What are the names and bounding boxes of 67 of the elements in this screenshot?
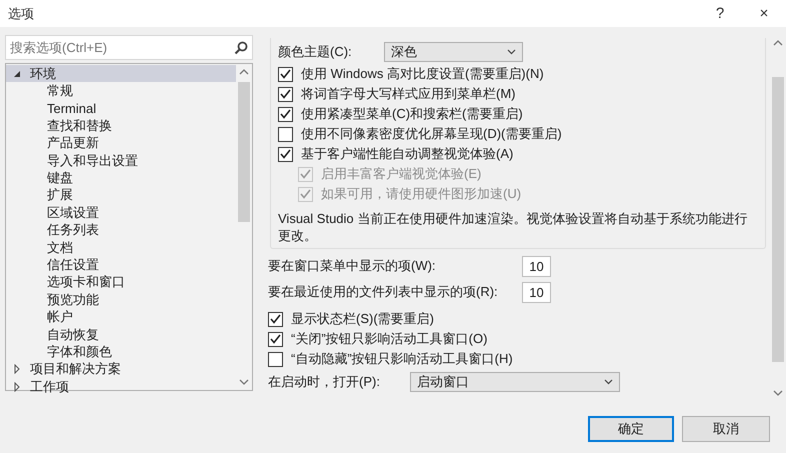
- number-field[interactable]: 10: [522, 256, 551, 276]
- field-label: 要在最近使用的文件列表中显示的项(R):: [268, 283, 499, 301]
- checkbox-option[interactable]: “关闭”按钮只影响活动工具窗口(O): [268, 329, 770, 349]
- tree-item[interactable]: 查找和替换: [6, 117, 236, 135]
- checkmark-icon: [280, 109, 291, 119]
- chevron-down-icon: [507, 49, 516, 55]
- checkbox[interactable]: [278, 146, 293, 162]
- field-label: 要在窗口菜单中显示的项(W):: [268, 257, 437, 275]
- checkbox[interactable]: [268, 312, 283, 326]
- tree-item[interactable]: 常规: [6, 82, 236, 100]
- tree-item[interactable]: 扩展: [6, 186, 236, 204]
- collapsed-triangle-icon[interactable]: [12, 382, 22, 392]
- tree-item[interactable]: 文档: [6, 238, 236, 256]
- collapsed-triangle-icon[interactable]: [12, 364, 22, 374]
- tree-item[interactable]: 项目和解决方案: [6, 360, 236, 378]
- dialog-button[interactable]: 取消: [682, 416, 770, 442]
- tree-item[interactable]: 任务列表: [6, 222, 236, 239]
- checkbox-option[interactable]: 使用紧凑型菜单(C)和搜索栏(需要重启): [278, 104, 758, 124]
- checkmark-icon: [280, 149, 291, 159]
- theme-dropdown[interactable]: 深色: [384, 42, 523, 62]
- checkbox[interactable]: [268, 332, 283, 346]
- checkmark-icon: [280, 89, 291, 99]
- checkmark-icon: [300, 189, 311, 199]
- info-text: Visual Studio 当前正在使用硬件加速渲染。视觉体验设置将自动基于系统功能进行更改。: [278, 210, 748, 244]
- window-title: 选项: [8, 4, 35, 22]
- checkbox[interactable]: [278, 86, 293, 102]
- tree-item[interactable]: 环境: [6, 65, 236, 82]
- help-button[interactable]: ?: [698, 0, 742, 27]
- field-label: 在启动时，打开(P):: [268, 373, 381, 391]
- checkbox[interactable]: [268, 352, 283, 366]
- field-label: 颜色主题(C):: [278, 43, 353, 61]
- tree-item[interactable]: 帐户: [6, 308, 236, 326]
- tree-item[interactable]: 信任设置: [6, 256, 236, 274]
- expanded-triangle-icon[interactable]: [12, 68, 22, 79]
- tree-item[interactable]: 预览功能: [6, 291, 236, 308]
- tree-item[interactable]: 键盘: [6, 169, 236, 187]
- checkbox-option[interactable]: 使用不同像素密度优化屏幕呈现(D)(需要重启): [278, 124, 758, 144]
- tree-item[interactable]: 工作项: [6, 378, 236, 396]
- checkmark-icon: [280, 69, 291, 79]
- checkbox-option[interactable]: 显示状态栏(S)(需要重启): [268, 309, 770, 329]
- close-button[interactable]: ×: [742, 0, 786, 27]
- checkbox-option[interactable]: 使用 Windows 高对比度设置(需要重启)(N): [278, 64, 758, 84]
- checkbox-option[interactable]: 将词首字母大写样式应用到菜单栏(M): [278, 84, 758, 104]
- scrollbar-thumb[interactable]: [238, 82, 250, 222]
- tree-item[interactable]: Terminal: [6, 100, 236, 118]
- checkbox[interactable]: [278, 126, 293, 142]
- tree-item[interactable]: 字体和颜色: [6, 343, 236, 361]
- tree-item[interactable]: 自动恢复: [6, 326, 236, 344]
- tree-item[interactable]: 导入和导出设置: [6, 152, 236, 170]
- scrollbar-thumb[interactable]: [772, 77, 784, 362]
- search-box[interactable]: 搜索选项(Ctrl+E): [5, 35, 253, 60]
- number-field[interactable]: 10: [522, 282, 551, 302]
- search-icon: [234, 40, 248, 54]
- checkbox[interactable]: [278, 66, 293, 82]
- dialog-button[interactable]: 确定: [588, 416, 674, 442]
- tree-item[interactable]: 产品更新: [6, 134, 236, 152]
- checkbox-option[interactable]: “自动隐藏”按钮只影响活动工具窗口(H): [268, 349, 770, 369]
- checkbox-option[interactable]: 基于客户端性能自动调整视觉体验(A): [278, 144, 758, 164]
- search-field[interactable]: 搜索选项(Ctrl+E): [10, 40, 234, 55]
- checkmark-icon: [300, 169, 311, 179]
- tree-item[interactable]: 区域设置: [6, 204, 236, 222]
- checkmark-icon: [270, 314, 281, 324]
- tree-item[interactable]: 选项卡和窗口: [6, 274, 236, 292]
- checkmark-icon: [270, 334, 281, 344]
- checkbox[interactable]: [278, 106, 293, 122]
- startup-dropdown[interactable]: 启动窗口: [410, 372, 620, 392]
- chevron-down-icon: [604, 379, 613, 385]
